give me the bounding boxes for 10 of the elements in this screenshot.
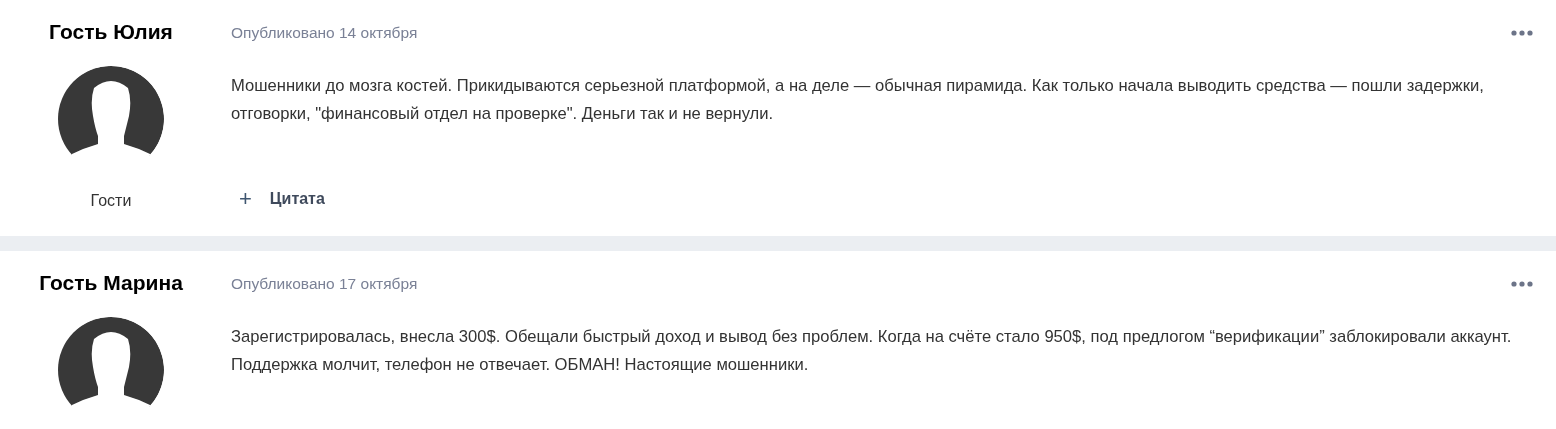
quote-button[interactable]: + Цитата [231,190,325,208]
post-date: Опубликовано 17 октября [231,275,418,293]
post-date: Опубликовано 14 октября [231,24,418,42]
more-options-icon[interactable] [1511,30,1533,36]
post-text: Зарегистрировалась, внесла 300$. Обещали быстрый доход и вывод без проблем. Когда на счёте стало 950$, под предлогом “верификации” заблокировали аккаунт. Поддержка молчит, телефон не отвечает. ОБМАН! Настоящие мошенники. [231,326,1513,376]
post-text: Мошенники до мозга костей. Прикидываются серьезной платформой, а на деле — обычная пирамида. Как только начала выводить средства — пошли задержки, отговорки, "финансовый отдел на проверке". Деньги так и не вернули. [231,75,1485,125]
more-options-icon[interactable] [1511,281,1533,287]
author-name[interactable]: Гость Марина [39,271,183,295]
author-role: Гости [90,192,132,211]
author-name[interactable]: Гость Юлия [49,20,173,44]
